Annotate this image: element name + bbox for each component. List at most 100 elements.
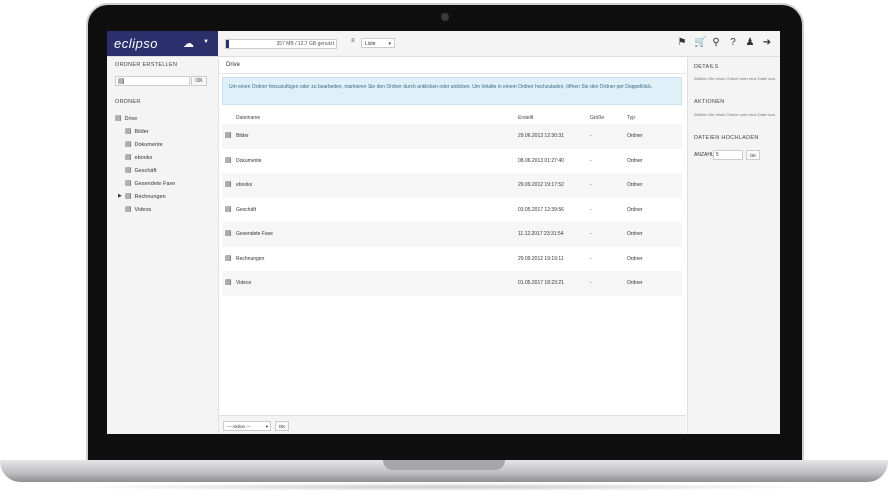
laptop-notch [383,460,505,470]
row-created: 08.06.2013 01:27:40 [518,157,564,164]
storage-quota-bar: 357 MB / 12,7 GB genutzt [225,39,337,49]
column-size-header[interactable]: Größe [590,115,604,121]
row-size: - [590,206,592,213]
new-folder-ok-button[interactable]: OK [191,76,207,86]
table-row[interactable]: ▤ ebooks 29.09.2012 19:17:52 - Ordner [222,173,682,198]
quota-text: 357 MB / 12,7 GB genutzt [276,41,334,47]
laptop-shadow [60,483,828,491]
tree-item-gesendete-faxe[interactable]: ▤ Gesendete Faxe [115,177,175,190]
breadcrumb[interactable]: Drive [226,62,240,68]
cart-icon[interactable]: 🛒 [694,37,706,48]
logout-icon[interactable]: ➜ [762,37,772,48]
list-view-icon[interactable]: ≡ [351,38,355,44]
tree-item-rechnungen[interactable]: ▶ ▤ Rechnungen [115,190,175,203]
row-size: - [590,182,592,188]
tree-item-ebooks[interactable]: ▤ ebooks [115,151,175,164]
folder-icon: ▤ [125,167,132,174]
tree-item-label: ebooks [134,155,153,161]
chevron-down-icon: ▾ [265,424,268,429]
row-created: 29.09.2012 19:17:52 [518,182,564,188]
anzahl-label: ANZAHL [694,152,714,158]
divider [219,73,686,74]
details-title: DETAILS [694,64,719,70]
folder-icon: ▤ [125,180,132,187]
tree-item-videos[interactable]: ▤ Videos [115,203,175,216]
table-row[interactable]: ▤ Rechnungen 29.09.2012 19:19:11 - Ordne… [222,247,682,272]
app-screen: eclipso ☁ ▼ 357 MB / 12,7 GB genutzt ≡ L… [107,31,780,434]
tree-item-dokumente[interactable]: ▤ Dokumente [115,138,175,151]
folder-icon: ▤ [225,181,232,188]
toolbar-icons: ⚑ 🛒 ⚲ ? ♟ ➜ [677,37,772,48]
tree-item-bilder[interactable]: ▤ Bilder [115,125,175,138]
row-size: - [590,157,592,164]
view-select[interactable]: Liste ▾ [361,38,395,48]
main-content: Drive Um einen Ordner hinzuzufügen oder … [219,57,686,434]
row-created: 29.06.2013 12:30:31 [518,133,564,139]
column-name-header[interactable]: Dateiname [236,115,260,121]
actions-text: Wählen Sie einen Ordner oder eine Datei … [694,112,776,117]
search-icon[interactable]: ⚲ [711,37,721,48]
logo: eclipso [114,36,158,51]
new-folder-input[interactable] [115,76,190,86]
top-bar: eclipso ☁ ▼ 357 MB / 12,7 GB genutzt ≡ L… [107,31,780,57]
tree-item-label: Videos [134,207,152,213]
quota-fill [226,40,230,48]
expand-arrow-icon[interactable]: ▶ [118,190,122,203]
row-created: 29.09.2012 19:19:11 [518,255,564,262]
table-row[interactable]: ▤ Bilder 29.06.2013 12:30:31 - Ordner [222,124,682,149]
cloud-icon: ☁ [183,38,194,50]
table-row[interactable]: ▤ Geschäft 03.05.2017 12:39:56 - Ordner [222,198,682,223]
upload-ok-button[interactable]: OK [746,150,760,160]
tree-item-drive[interactable]: ▤ Drive [115,112,175,125]
row-size: - [590,231,592,237]
tree-item-label: Geschäft [134,168,157,174]
row-name: Bilder [236,133,249,139]
user-icon[interactable]: ♟ [745,37,755,48]
folders-title: ORDNER [115,99,141,105]
row-created: 11.12.2017 23:31:54 [518,231,564,237]
folder-icon: ▤ [225,230,232,237]
row-name: Geschäft [236,206,257,213]
table-row[interactable]: ▤ Gesendete Faxe 11.12.2017 23:31:54 - O… [222,222,682,247]
row-type: Ordner [627,280,643,286]
bell-icon[interactable]: ⚑ [677,37,687,48]
table-row[interactable]: ▤ Dokumente 08.06.2013 01:27:40 - Ordner [222,149,682,174]
chevron-down-icon: ▾ [388,41,391,47]
table-row[interactable]: ▤ Videos 01.05.2017 18:23:21 - Ordner [222,271,682,296]
chevron-down-icon: ▼ [203,39,209,45]
action-select[interactable]: --- Aktion --- ▾ [223,421,271,431]
folder-icon: ▤ [125,141,132,148]
row-type: Ordner [627,255,643,262]
upload-title: DATEIEN HOCHLADEN [694,135,759,141]
row-size: - [590,280,592,286]
column-created-header[interactable]: Erstellt [518,115,533,121]
row-type: Ordner [627,157,643,164]
row-type: Ordner [627,182,643,188]
row-created: 01.05.2017 18:23:21 [518,280,564,286]
row-name: Videos [236,280,252,286]
folder-icon: ▤ [225,279,232,286]
info-box: Um einen Ordner hinzuzufügen oder zu bea… [222,77,682,105]
folder-icon: ▤ [125,206,132,213]
row-size: - [590,133,592,139]
details-text: Wählen Sie einen Ordner oder eine Datei … [694,76,776,81]
folder-icon: ▤ [225,156,232,164]
action-ok-button[interactable]: OK [275,421,289,431]
help-icon[interactable]: ? [728,37,738,48]
row-size: - [590,255,592,262]
tree-item-geschaeft[interactable]: ▤ Geschäft [115,164,175,177]
row-type: Ordner [627,231,643,237]
folder-icon: ▤ [115,115,122,122]
folder-icon: ▤ [118,78,125,85]
folder-icon: ▤ [125,193,132,200]
folder-icon: ▤ [125,154,132,161]
tree-item-label: Drive [124,116,138,122]
column-type-header[interactable]: Typ [627,115,635,121]
tree-item-label: Bilder [134,129,149,135]
left-sidebar: ORDNER ERSTELLEN ▤ OK ORDNER ▤ Drive ▤ B… [107,57,219,434]
brand-menu[interactable]: eclipso ☁ ▼ [107,31,218,56]
row-name: Dokumente [236,157,262,164]
folder-tree: ▤ Drive ▤ Bilder ▤ Dokumente ▤ ebooks ▤ … [115,112,175,216]
anzahl-input[interactable]: 5 [713,150,743,160]
row-name: Gesendete Faxe [236,231,273,237]
